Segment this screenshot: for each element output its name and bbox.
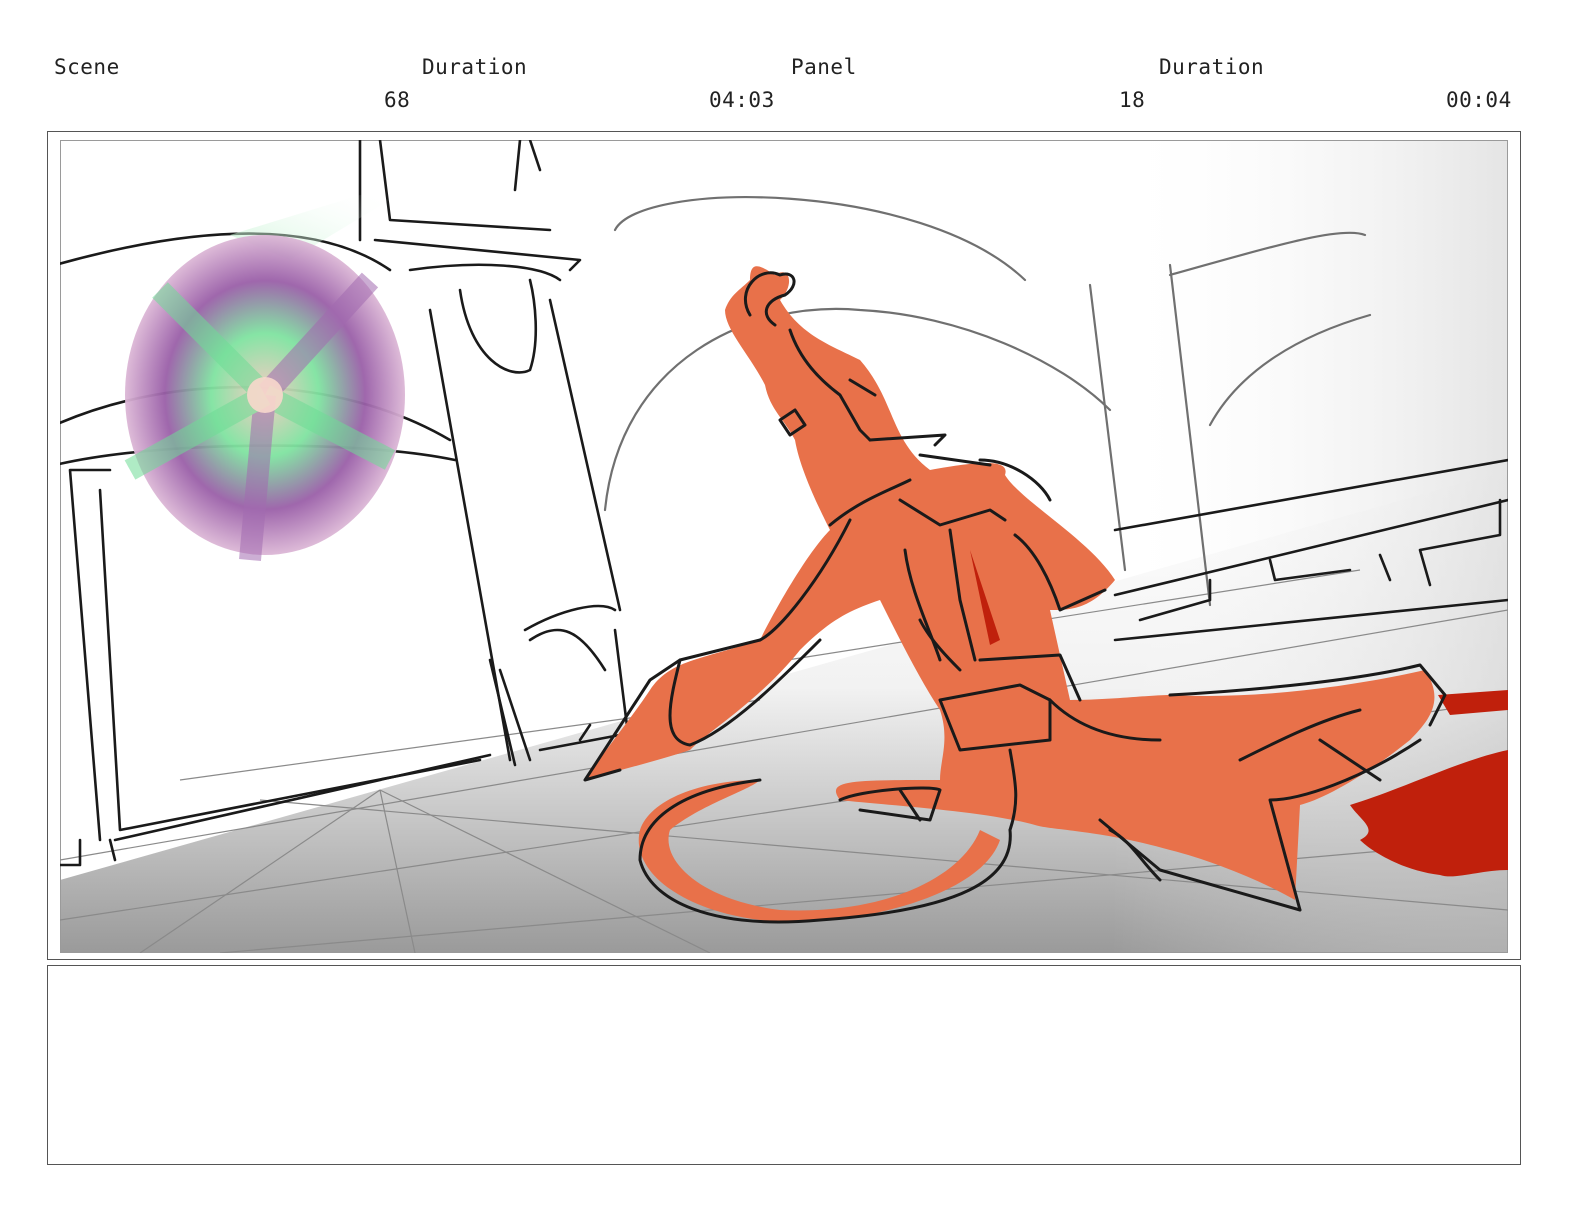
panel-artwork — [60, 140, 1508, 953]
scene-duration-label: Duration — [422, 55, 528, 79]
panel-label: Panel — [791, 55, 857, 79]
panel-duration-label: Duration — [1159, 55, 1265, 79]
scene-number: 68 — [384, 88, 411, 112]
panel-duration-value: 00:04 — [1446, 88, 1512, 112]
scene-duration-value: 04:03 — [709, 88, 775, 112]
panel-notes-box — [47, 965, 1521, 1165]
scene-label: Scene — [54, 55, 120, 79]
panel-number: 18 — [1119, 88, 1146, 112]
storyboard-panel — [47, 131, 1521, 960]
